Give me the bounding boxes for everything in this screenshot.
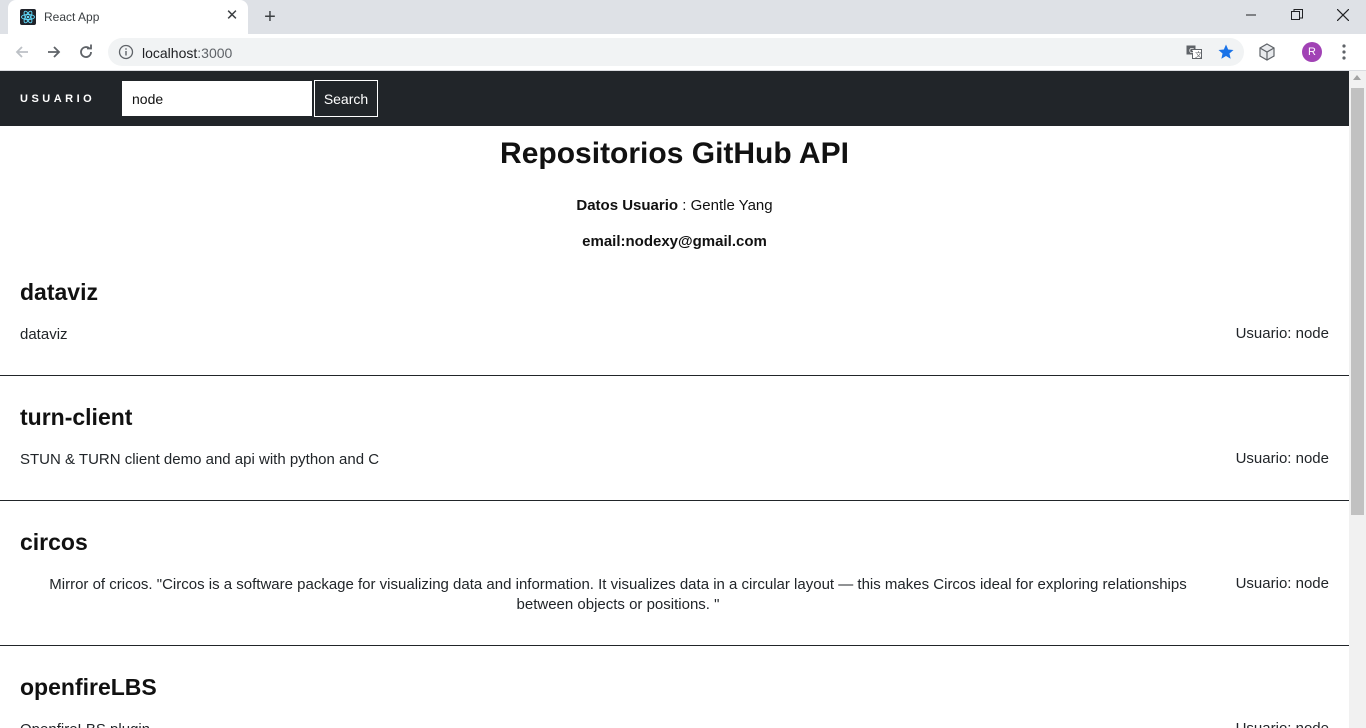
user-label: Datos Usuario <box>576 197 679 214</box>
react-logo-icon <box>20 9 36 25</box>
browser-toolbar: localhost:3000 G文 R <box>0 34 1366 71</box>
browser-tabbar: React App ✕ + <box>0 0 1366 34</box>
star-icon[interactable] <box>1217 43 1235 61</box>
address-bar[interactable]: localhost:3000 G文 <box>108 38 1244 66</box>
arrow-left-icon[interactable] <box>8 38 36 66</box>
tab-title: React App <box>44 10 100 24</box>
restore-icon[interactable] <box>1274 0 1320 30</box>
info-icon[interactable] <box>118 44 134 60</box>
page-title: Repositorios GitHub API <box>500 137 849 170</box>
close-icon[interactable]: ✕ <box>224 8 240 24</box>
cube-icon[interactable] <box>1258 43 1276 61</box>
more-vert-icon[interactable] <box>1334 42 1354 62</box>
repo-divider <box>0 375 1349 376</box>
url-text: localhost:3000 <box>142 45 232 61</box>
reload-icon[interactable] <box>72 38 100 66</box>
repo-name: openfireLBS <box>20 674 157 700</box>
repo-name: dataviz <box>20 279 98 305</box>
close-window-icon[interactable] <box>1320 0 1366 30</box>
minimize-icon[interactable] <box>1228 0 1274 30</box>
url-port: :3000 <box>197 45 233 61</box>
plus-icon[interactable]: + <box>259 6 281 28</box>
repo-name: circos <box>20 529 88 555</box>
url-host: localhost <box>142 45 198 61</box>
repo-description: STUN & TURN client demo and api with pyt… <box>20 451 380 468</box>
repo-description: dataviz <box>20 326 68 343</box>
repo-description: OpenfireLBS plugin <box>20 720 150 728</box>
browser-tab[interactable]: React App ✕ <box>8 0 248 34</box>
svg-text:G: G <box>1189 47 1194 55</box>
user-data: Datos Usuario : Gentle Yang <box>0 197 1349 214</box>
repo-description: Mirror of cricos. "Circos is a software … <box>49 576 1187 613</box>
repo-divider <box>0 645 1349 646</box>
page-scrollbar[interactable] <box>1349 71 1366 728</box>
repo-user: Usuario: node <box>1235 450 1329 467</box>
repo-name: turn-client <box>20 404 133 430</box>
search-input[interactable] <box>122 81 312 117</box>
arrow-right-icon[interactable] <box>40 38 68 66</box>
repo-user: Usuario: node <box>1235 575 1329 592</box>
repo-divider <box>0 500 1349 501</box>
svg-text:文: 文 <box>1195 50 1202 59</box>
profile-avatar[interactable]: R <box>1302 42 1322 62</box>
translate-icon[interactable]: G文 <box>1185 43 1203 61</box>
user-separator: : <box>678 197 691 214</box>
scroll-up-arrow-icon[interactable] <box>1353 75 1361 80</box>
navbar-brand[interactable]: USUARIO <box>20 93 95 105</box>
app-navbar: USUARIO Search <box>0 71 1349 126</box>
page-viewport: USUARIO Search Repositorios GitHub API D… <box>0 71 1349 728</box>
user-name: Gentle Yang <box>690 197 773 214</box>
search-button[interactable]: Search <box>314 80 378 117</box>
scrollbar-thumb[interactable] <box>1351 88 1364 515</box>
repo-user: Usuario: node <box>1235 325 1329 342</box>
user-email: email:nodexy@gmail.com <box>582 233 767 250</box>
repo-user: Usuario: node <box>1236 720 1329 728</box>
